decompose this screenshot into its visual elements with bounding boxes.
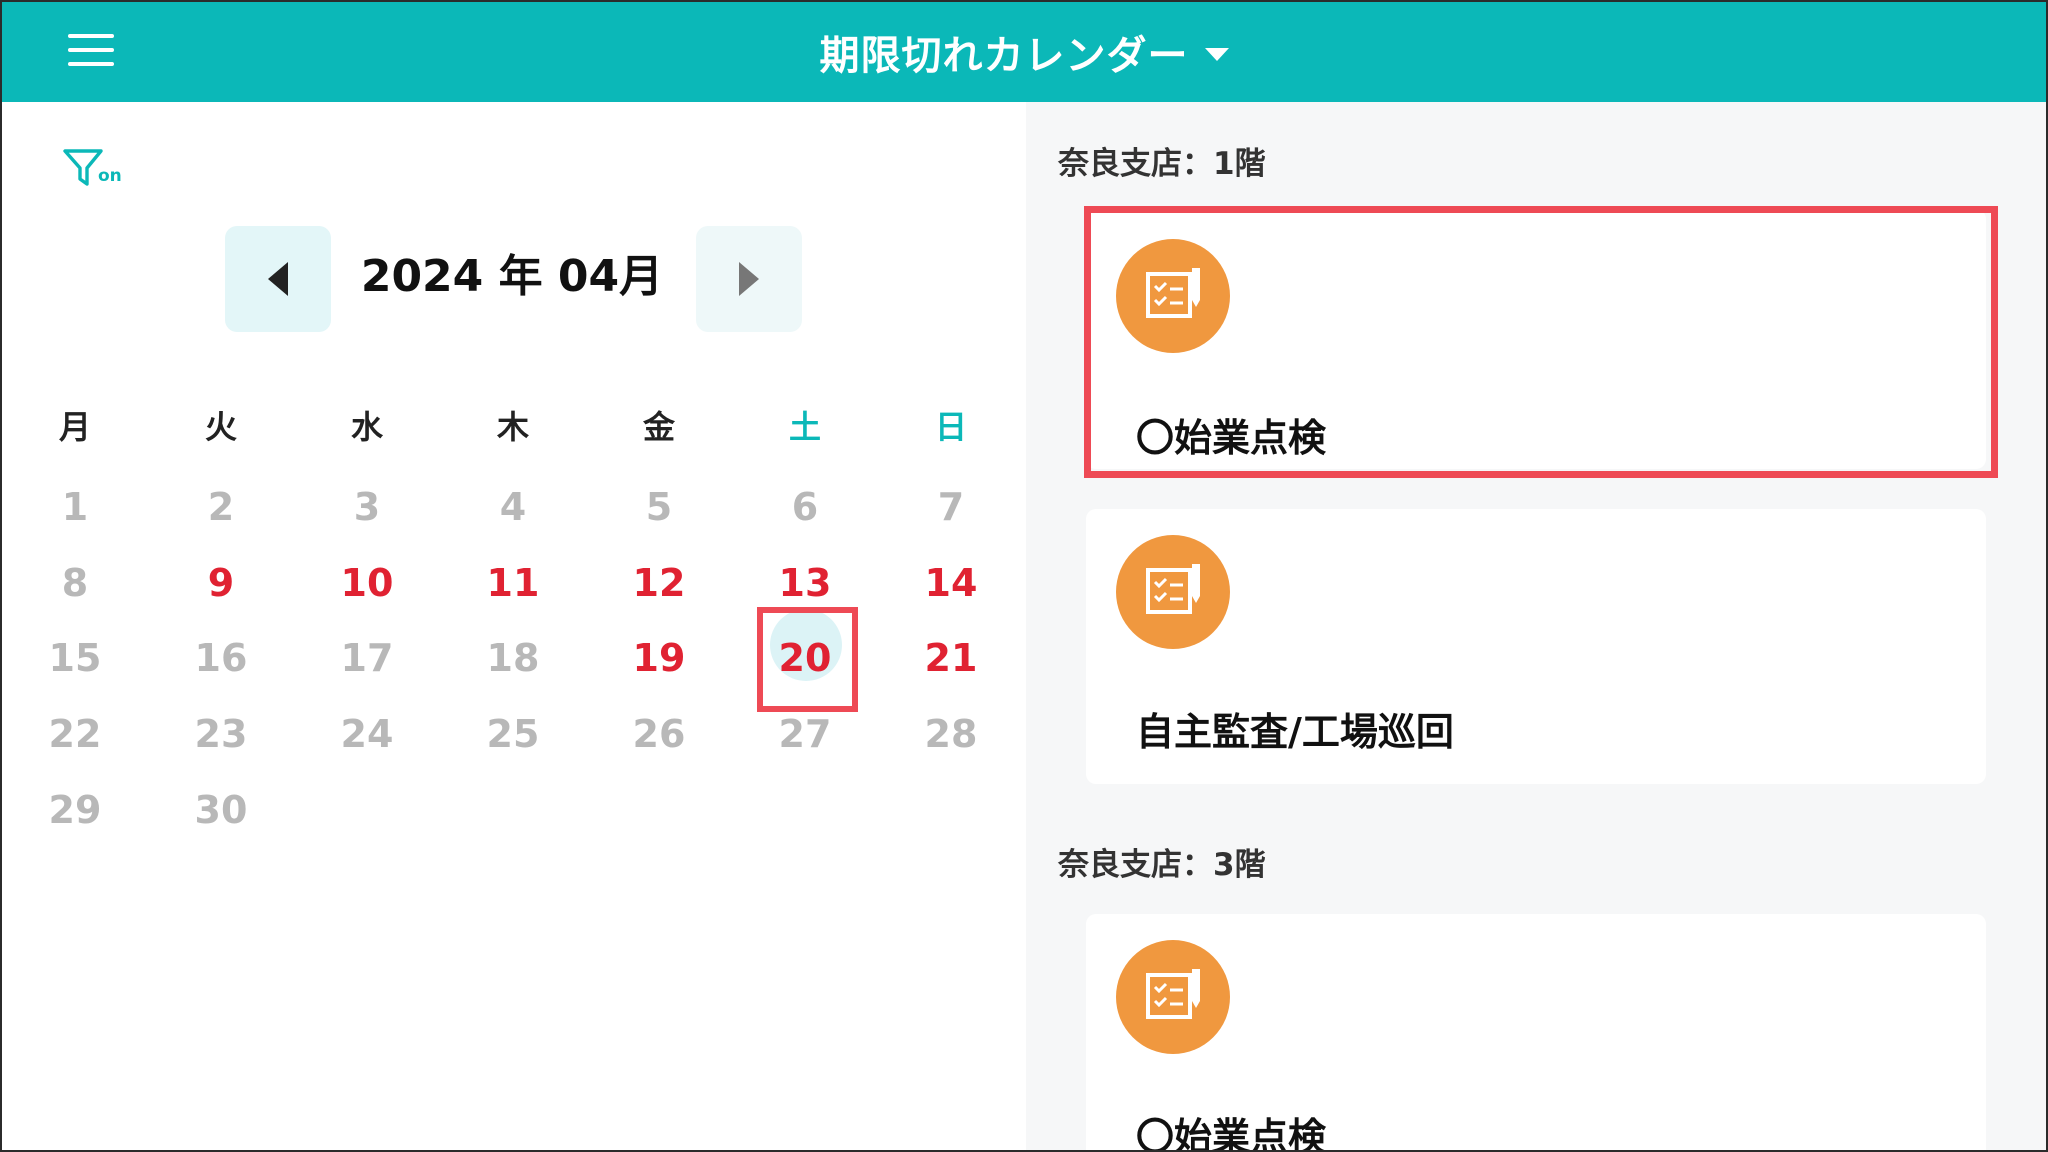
task-card[interactable]: 〇始業点検 [1086,914,1986,1152]
filter-toggle[interactable]: on [62,146,132,196]
task-list-panel: 奈良支店：1階 〇始業点検 自主監査/工場巡回 奈良支店：3階 〇始業点検 [1026,102,2046,1152]
calendar-day[interactable]: 10 [294,553,440,613]
calendar-panel: on 2024 年 04月 月火水木金土日 1 2 3 4 5 6 7 8 9 10 11 12 13 1… [2,102,1026,1150]
task-title: 〇始業点検 [1136,1115,1327,1152]
month-label: 2024 年 04月 [360,251,664,302]
weekday-label: 火 [204,408,237,446]
weekday-label: 水 [350,408,383,446]
calendar-day[interactable]: 6 [732,477,878,537]
chevron-right-icon [739,262,759,296]
checklist-icon [1116,535,1230,649]
weekday-label: 木 [496,408,529,446]
weekday-label: 月 [58,408,91,446]
calendar-day[interactable]: 5 [586,477,732,537]
calendar-day[interactable]: 19 [586,628,732,688]
section-label: 奈良支店：3階 [1058,847,1266,883]
section-label: 奈良支店：1階 [1058,146,1266,182]
calendar-day[interactable]: 30 [148,780,294,840]
app-screen: 期限切れカレンダー on 2024 年 04月 月火水木金土日 12345678… [0,0,2048,1152]
calendar-day[interactable]: 2 [148,477,294,537]
calendar-day[interactable]: 11 [440,553,586,613]
caret-down-icon [1204,47,1229,61]
calendar-day[interactable]: 16 [148,628,294,688]
weekday-label: 金 [642,408,675,446]
next-month-button[interactable] [696,226,802,332]
task-title: 自主監査/工場巡回 [1136,710,1454,754]
task-card[interactable]: 〇始業点検 [1086,209,1986,469]
calendar-day[interactable]: 8 [2,553,148,613]
checklist-icon [1116,239,1230,353]
calendar-day[interactable]: 28 [878,704,1024,764]
calendar-day[interactable]: 25 [440,704,586,764]
calendar-day[interactable]: 7 [878,477,1024,537]
calendar-day[interactable]: 15 [2,628,148,688]
calendar-day[interactable]: 3 [294,477,440,537]
calendar-day[interactable]: 27 [732,704,878,764]
calendar-day[interactable]: 26 [586,704,732,764]
selected-day-highlight [757,607,858,712]
title-dropdown[interactable]: 期限切れカレンダー [2,2,2046,102]
calendar-day[interactable]: 12 [586,553,732,613]
calendar-day[interactable]: 13 [732,553,878,613]
calendar-day[interactable]: 21 [878,628,1024,688]
filter-state-label: on [98,166,122,186]
prev-month-button[interactable] [225,226,331,332]
task-title: 〇始業点検 [1136,416,1327,460]
calendar-day[interactable]: 14 [878,553,1024,613]
calendar-day[interactable]: 24 [294,704,440,764]
calendar-day[interactable]: 17 [294,628,440,688]
calendar-day[interactable]: 9 [148,553,294,613]
calendar-day[interactable]: 22 [2,704,148,764]
calendar-day[interactable]: 1 [2,477,148,537]
checklist-icon [1116,940,1230,1054]
app-header: 期限切れカレンダー [2,2,2046,102]
calendar-day[interactable]: 29 [2,780,148,840]
weekday-label: 土 [788,408,821,446]
chevron-left-icon [268,262,288,296]
calendar-day[interactable]: 4 [440,477,586,537]
weekday-label: 日 [934,408,967,446]
calendar-day[interactable]: 18 [440,628,586,688]
calendar-day[interactable]: 23 [148,704,294,764]
task-card[interactable]: 自主監査/工場巡回 [1086,509,1986,784]
page-title: 期限切れカレンダー [819,33,1189,79]
